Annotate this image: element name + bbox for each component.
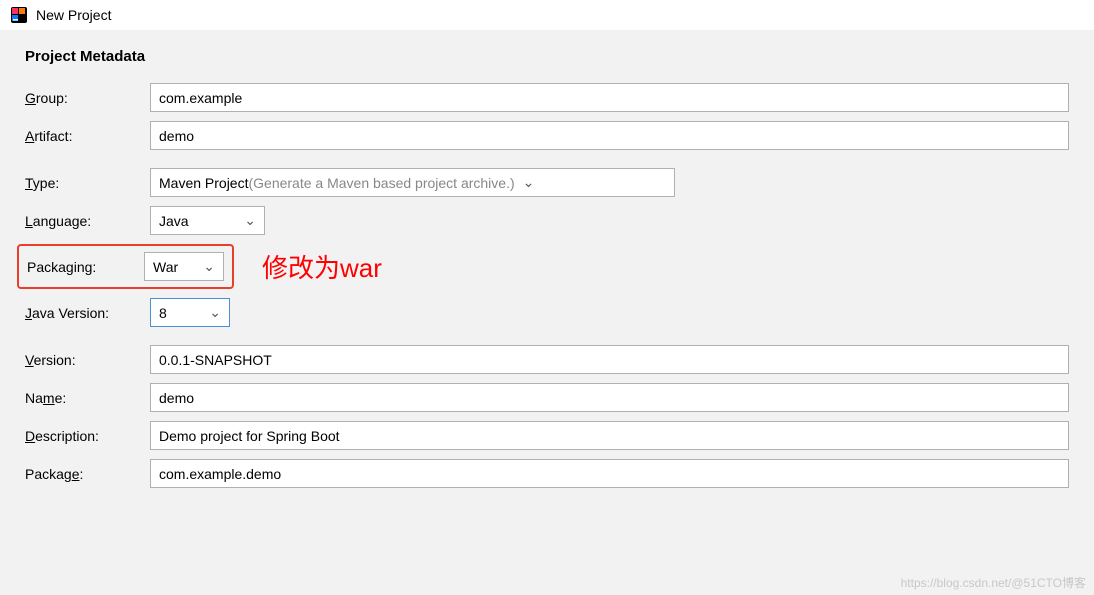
type-label: Type: — [25, 175, 150, 191]
java-version-select[interactable]: 8 ⌄ — [150, 298, 230, 327]
version-label: Version: — [25, 352, 150, 368]
name-row: Name: — [25, 383, 1069, 412]
artifact-row: Artifact: — [25, 121, 1069, 150]
language-label: Language: — [25, 213, 150, 229]
name-input[interactable] — [150, 383, 1069, 412]
chevron-down-icon: ⌄ — [209, 304, 221, 321]
chevron-down-icon: ⌄ — [203, 258, 215, 275]
packaging-row: Packaging: War ⌄ 修改为war — [25, 244, 1069, 289]
packaging-value: War — [153, 259, 178, 275]
group-row: Group: — [25, 83, 1069, 112]
chevron-down-icon: ⌄ — [523, 174, 535, 191]
language-row: Language: Java ⌄ — [25, 206, 1069, 235]
package-input[interactable] — [150, 459, 1069, 488]
package-label: Package: — [25, 466, 150, 482]
java-version-value: 8 — [159, 305, 167, 321]
chevron-down-icon: ⌄ — [244, 212, 256, 229]
language-value: Java — [159, 213, 189, 229]
version-row: Version: — [25, 345, 1069, 374]
java-version-label: Java Version: — [25, 305, 150, 321]
title-bar: New Project — [0, 0, 1094, 30]
annotation-text: 修改为war — [262, 248, 382, 285]
description-row: Description: — [25, 421, 1069, 450]
section-title: Project Metadata — [25, 48, 1069, 65]
intellij-icon — [10, 6, 28, 24]
group-label: Group: — [25, 90, 150, 106]
window-title: New Project — [36, 7, 111, 23]
artifact-label: Artifact: — [25, 128, 150, 144]
description-input[interactable] — [150, 421, 1069, 450]
packaging-label: Packaging: — [27, 259, 144, 275]
package-row: Package: — [25, 459, 1069, 488]
packaging-select[interactable]: War ⌄ — [144, 252, 224, 281]
name-label: Name: — [25, 390, 150, 406]
packaging-highlight: Packaging: War ⌄ — [17, 244, 234, 289]
type-select[interactable]: Maven Project (Generate a Maven based pr… — [150, 168, 675, 197]
version-input[interactable] — [150, 345, 1069, 374]
artifact-input[interactable] — [150, 121, 1069, 150]
type-value: Maven Project — [159, 175, 248, 191]
description-label: Description: — [25, 428, 150, 444]
type-hint: (Generate a Maven based project archive.… — [248, 175, 514, 191]
java-version-row: Java Version: 8 ⌄ — [25, 298, 1069, 327]
group-input[interactable] — [150, 83, 1069, 112]
type-row: Type: Maven Project (Generate a Maven ba… — [25, 168, 1069, 197]
language-select[interactable]: Java ⌄ — [150, 206, 265, 235]
watermark: https://blog.csdn.net/@51CTO博客 — [901, 574, 1086, 591]
content-area: Project Metadata Group: Artifact: Type: … — [0, 30, 1094, 595]
